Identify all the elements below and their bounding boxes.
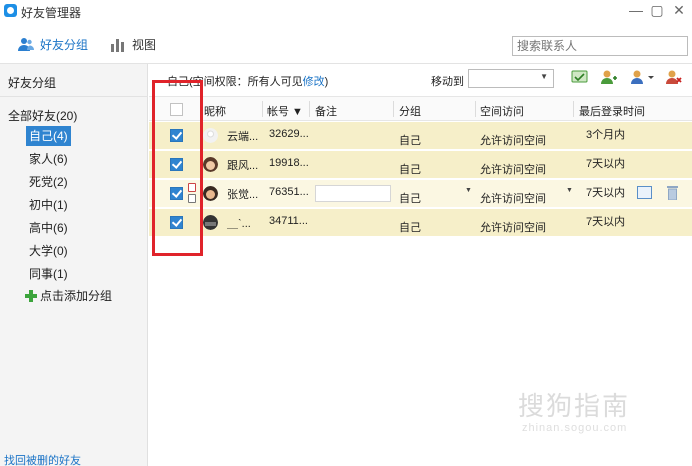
group-dropdown-arrow-icon[interactable]: ▼	[465, 187, 472, 194]
send-message-icon[interactable]	[571, 69, 588, 85]
column-header-name[interactable]: 昵称	[204, 103, 226, 119]
row-last-login: 7天以内	[586, 158, 626, 170]
row-account: 76351...	[269, 186, 309, 198]
column-separator	[262, 101, 263, 117]
sidebar-item-middle-school[interactable]: 初中(1)	[26, 195, 71, 215]
user-settings-icon[interactable]	[630, 69, 654, 85]
row-account: 34711...	[269, 215, 308, 227]
row-last-login: 7天以内	[586, 216, 626, 228]
search-input[interactable]	[512, 36, 688, 56]
row-name: 跟风...	[227, 160, 259, 172]
avatar	[203, 157, 218, 172]
row-last-login: 7天以内	[586, 187, 626, 199]
delete-friend-icon[interactable]	[665, 69, 682, 85]
row-last-login: 3个月内	[586, 129, 626, 141]
column-header-last-login[interactable]: 最后登录时间	[579, 103, 645, 119]
recover-deleted-friends-link[interactable]: 找回被删的好友	[4, 452, 81, 466]
row-checkbox[interactable]	[170, 129, 183, 142]
watermark-url: zhinan.sogou.com	[522, 422, 628, 434]
row-space-access[interactable]: 允许访问空间	[480, 190, 546, 206]
column-separator	[475, 101, 476, 117]
friends-group-button[interactable]: 好友分组	[18, 36, 88, 53]
row-name: 云端...	[227, 131, 259, 143]
table-row[interactable]: 跟风... 19918... 自己 允许访问空间 7天以内	[149, 151, 692, 179]
column-separator	[393, 101, 394, 117]
sidebar-item-self[interactable]: 自己(4)	[26, 126, 71, 146]
row-name: 张觉...	[227, 189, 259, 201]
trash-icon[interactable]	[667, 185, 678, 200]
row-account: 32629...	[269, 128, 309, 140]
column-separator	[309, 101, 310, 117]
app-logo-icon	[4, 4, 17, 17]
row-account: 19918...	[269, 157, 309, 169]
space-dropdown-arrow-icon[interactable]: ▼	[566, 187, 573, 194]
row-group[interactable]: 自己	[399, 190, 421, 206]
permission-suffix: )	[324, 76, 329, 88]
table-row[interactable]: 云端... 32629... 自己 允许访问空间 3个月内	[149, 122, 692, 150]
sidebar-divider	[0, 96, 148, 97]
sidebar-item-colleagues[interactable]: 同事(1)	[26, 264, 71, 284]
select-all-checkbox[interactable]	[170, 103, 183, 116]
plus-icon	[25, 289, 37, 302]
bar-chart-icon	[111, 39, 124, 52]
window-title: 好友管理器	[21, 6, 82, 20]
row-space-access: 允许访问空间	[480, 135, 546, 147]
view-label: 视图	[132, 38, 157, 52]
row-group: 自己	[399, 135, 421, 147]
column-header-space-access[interactable]: 空间访问	[480, 103, 524, 119]
column-separator	[573, 101, 574, 117]
sidebar-item-high-school[interactable]: 高中(6)	[26, 218, 71, 238]
row-group: 自己	[399, 222, 421, 234]
avatar	[203, 128, 218, 143]
move-to-label: 移动到	[431, 76, 464, 88]
table-header: 昵称 帐号 ▼ 备注 分组 空间访问 最后登录时间	[149, 96, 692, 121]
column-header-note[interactable]: 备注	[315, 103, 337, 119]
users-icon	[18, 38, 34, 51]
add-group-label: 点击添加分组	[40, 289, 113, 303]
mobile-device-icon	[188, 183, 196, 204]
friends-group-label: 好友分组	[40, 38, 89, 52]
table-row[interactable]: ＿ˋ... 34711... 自己 允许访问空间 7天以内	[149, 209, 692, 237]
sidebar-item-university[interactable]: 大学(0)	[26, 241, 71, 261]
row-checkbox[interactable]	[170, 158, 183, 171]
note-input[interactable]	[315, 185, 391, 202]
row-name: ＿ˋ...	[227, 218, 251, 230]
close-button[interactable]: ✕	[670, 2, 688, 19]
modify-permission-link[interactable]: 修改	[303, 76, 325, 88]
toolbar: 好友分组 视图	[0, 26, 692, 64]
row-space-access: 允许访问空间	[480, 164, 546, 176]
row-group: 自己	[399, 164, 421, 176]
row-checkbox[interactable]	[170, 216, 183, 229]
row-checkbox[interactable]	[170, 187, 183, 200]
row-space-access: 允许访问空间	[480, 222, 546, 234]
move-to-select[interactable]	[468, 69, 554, 88]
minimize-button[interactable]: —	[627, 2, 645, 18]
avatar	[203, 186, 218, 201]
maximize-button[interactable]: ▢	[648, 2, 666, 19]
column-header-group[interactable]: 分组	[399, 103, 421, 119]
profile-card-icon[interactable]	[637, 186, 652, 199]
space-permission-text: 自己(空间权限：所有人可见修改)	[167, 73, 328, 89]
view-button[interactable]: 视图	[110, 36, 156, 53]
title-bar: 好友管理器 — ▢ ✕	[0, 0, 692, 26]
permission-label: 自己(空间权限：所有人可见	[167, 76, 303, 88]
column-header-account[interactable]: 帐号 ▼	[267, 103, 303, 119]
watermark-text: 搜狗指南	[518, 391, 631, 421]
sidebar-all-friends[interactable]: 全部好友(20)	[8, 107, 77, 124]
table-row[interactable]: 张觉... 76351... 自己 ▼ 允许访问空间 ▼ 7天以内	[149, 180, 692, 208]
add-group-button[interactable]: 点击添加分组	[25, 287, 112, 304]
avatar	[203, 215, 218, 230]
sidebar: 好友分组 全部好友(20) 自己(4) 家人(6) 死党(2) 初中(1) 高中…	[0, 64, 148, 466]
sidebar-item-family[interactable]: 家人(6)	[26, 149, 71, 169]
add-friend-icon[interactable]	[600, 69, 617, 85]
sidebar-header: 好友分组	[8, 76, 57, 90]
sidebar-item-bestfriends[interactable]: 死党(2)	[26, 172, 71, 192]
